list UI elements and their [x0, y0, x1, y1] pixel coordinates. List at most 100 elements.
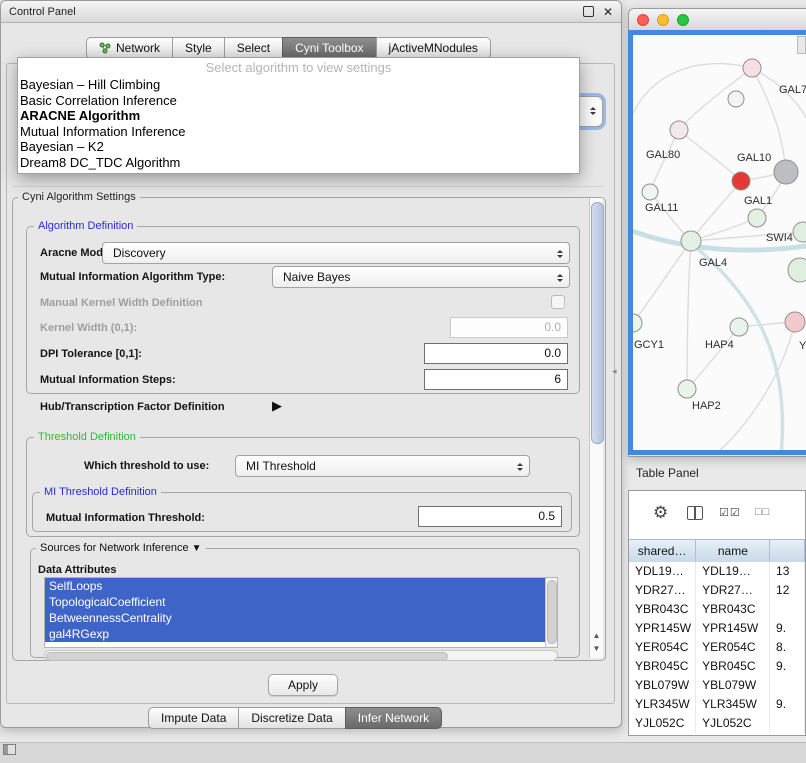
mi-threshold-group-label: MI Threshold Definition	[40, 486, 161, 498]
table-row[interactable]: YPR145W YPR145W 9.	[629, 619, 805, 638]
cell-name: YDL19…	[696, 562, 770, 581]
close-icon[interactable]: ✕	[603, 5, 613, 19]
tab-style[interactable]: Style	[172, 37, 225, 59]
list-hscroll-thumb[interactable]	[46, 652, 448, 661]
network-window-titlebar[interactable]	[629, 9, 806, 31]
network-icon	[99, 42, 111, 54]
list-vertical-scrollbar[interactable]	[545, 578, 557, 647]
dpi-tolerance-field[interactable]: 0.0	[424, 343, 568, 364]
list-vscroll-thumb[interactable]	[547, 580, 557, 644]
tab-cyni-toolbox-label: Cyni Toolbox	[295, 38, 363, 58]
network-canvas[interactable]: GAL7GAL80GAL10GAL11GAL1SWI4GAL4GCY1HAP4Y…	[633, 35, 806, 450]
network-node[interactable]	[633, 314, 642, 332]
dpi-tolerance-label: DPI Tolerance [0,1]:	[40, 348, 142, 360]
aracne-mode-value: Discovery	[113, 246, 166, 260]
settings-scrollbar[interactable]: ▲ ▼	[589, 198, 603, 658]
table-row[interactable]: YBL079W YBL079W	[629, 676, 805, 695]
hub-section-toggle[interactable]: Hub/Transcription Factor Definition	[40, 401, 225, 413]
network-node-label: GAL11	[645, 202, 678, 214]
cell-shared-name: YBR045C	[629, 657, 696, 676]
tab-jactivemnodules[interactable]: jActiveMNodules	[376, 37, 491, 59]
algorithm-option[interactable]: Basic Correlation Inference	[18, 93, 579, 109]
table-row[interactable]: YDR27… YDR27… 12	[629, 581, 805, 600]
network-node-label: GAL10	[737, 152, 771, 164]
splitter-handle-icon[interactable]: ◂	[612, 366, 617, 377]
table-row[interactable]: YLR345W YLR345W 9.	[629, 695, 805, 714]
algorithm-option[interactable]: Dream8 DC_TDC Algorithm	[18, 155, 579, 171]
mi-threshold-field[interactable]: 0.5	[418, 506, 562, 527]
network-node[interactable]	[732, 172, 750, 190]
tab-select[interactable]: Select	[224, 37, 283, 59]
network-node[interactable]	[730, 318, 748, 336]
network-node[interactable]	[774, 160, 798, 184]
network-node[interactable]	[681, 231, 701, 251]
attribute-item[interactable]: BetweennessCentrality	[45, 610, 545, 626]
network-node[interactable]	[743, 59, 761, 77]
scroll-down-icon[interactable]: ▼	[590, 643, 603, 655]
chevron-down-icon[interactable]: ▼	[192, 543, 202, 554]
settings-scrollbar-thumb[interactable]	[591, 202, 604, 444]
tab-cyni-toolbox[interactable]: Cyni Toolbox	[282, 37, 376, 59]
float-icon[interactable]	[583, 6, 594, 17]
tab-discretize-data[interactable]: Discretize Data	[238, 707, 345, 729]
close-traffic-icon[interactable]	[637, 14, 649, 26]
canvas-scrollbar-stub[interactable]	[797, 36, 806, 54]
table-row[interactable]: YBR043C YBR043C	[629, 600, 805, 619]
algorithm-option[interactable]: ARACNE Algorithm	[18, 108, 579, 124]
attribute-item[interactable]: gal4RGexp	[45, 626, 545, 642]
minimize-traffic-icon[interactable]	[657, 14, 669, 26]
sources-group-label[interactable]: Sources for Network Inference ▼	[36, 542, 206, 554]
algorithm-option-label: Mutual Information Inference	[20, 124, 185, 139]
table-row[interactable]: YER054C YER054C 8.	[629, 638, 805, 657]
algorithm-option-label: Dream8 DC_TDC Algorithm	[20, 155, 180, 170]
cell-shared-name: YLR345W	[629, 695, 696, 714]
scroll-up-icon[interactable]: ▲	[590, 630, 603, 642]
network-node[interactable]	[748, 209, 766, 227]
restore-panel-icon[interactable]	[3, 744, 16, 755]
data-attributes-list[interactable]: SelfLoops TopologicalCoefficient Between…	[44, 577, 558, 648]
chevron-updown-icon	[557, 271, 563, 285]
network-node[interactable]	[788, 258, 806, 282]
table-row[interactable]: YBR045C YBR045C 9.	[629, 657, 805, 676]
network-node[interactable]	[678, 380, 696, 398]
deselect-checks-icon[interactable]: □□	[755, 506, 770, 518]
column-header-name[interactable]: name	[696, 540, 770, 562]
algorithm-option[interactable]: Bayesian – K2	[18, 139, 579, 155]
cell-extra	[770, 676, 805, 695]
algorithm-option-label: Bayesian – Hill Climbing	[20, 77, 160, 92]
list-horizontal-scrollbar[interactable]	[44, 650, 558, 661]
table-toolbar: ⚙ ☑☑ □□	[629, 491, 805, 539]
network-node[interactable]	[642, 184, 658, 200]
mi-steps-field[interactable]: 6	[424, 369, 568, 390]
network-node[interactable]	[785, 312, 805, 332]
table-row[interactable]: YJL052C YJL052C	[629, 714, 805, 733]
column-header-extra[interactable]	[770, 540, 805, 562]
table-row[interactable]: YDL19… YDL19… 13	[629, 562, 805, 581]
control-panel-titlebar[interactable]: Control Panel ✕	[1, 1, 621, 23]
network-node[interactable]	[728, 91, 744, 107]
column-header-shared[interactable]: shared…	[629, 540, 696, 562]
attribute-item-label: BetweennessCentrality	[49, 611, 172, 625]
tab-impute-data[interactable]: Impute Data	[148, 707, 239, 729]
network-node[interactable]	[793, 222, 806, 242]
zoom-traffic-icon[interactable]	[677, 14, 689, 26]
tab-infer-network[interactable]: Infer Network	[345, 707, 442, 729]
tab-network[interactable]: Network	[86, 37, 173, 59]
select-all-checks-icon[interactable]: ☑☑	[719, 506, 741, 519]
manual-kernel-checkbox[interactable]	[551, 295, 565, 309]
attribute-item[interactable]: TopologicalCoefficient	[45, 594, 545, 610]
columns-icon[interactable]	[687, 506, 703, 520]
apply-button[interactable]: Apply	[268, 674, 338, 696]
which-threshold-select[interactable]: MI Threshold	[235, 455, 530, 477]
kernel-width-field[interactable]: 0.0	[450, 317, 568, 338]
cell-extra	[770, 600, 805, 619]
gear-icon[interactable]: ⚙	[653, 503, 668, 523]
algorithm-option[interactable]: Mutual Information Inference	[18, 124, 579, 140]
attribute-item[interactable]: SelfLoops	[45, 578, 545, 594]
aracne-mode-select[interactable]: Discovery	[102, 242, 570, 264]
mi-type-select[interactable]: Naive Bayes	[272, 266, 570, 288]
algorithm-option[interactable]: Bayesian – Hill Climbing	[18, 77, 579, 93]
chevron-right-icon[interactable]: ▶	[272, 398, 282, 414]
tab-jactivemnodules-label: jActiveMNodules	[389, 38, 478, 58]
network-node[interactable]	[670, 121, 688, 139]
